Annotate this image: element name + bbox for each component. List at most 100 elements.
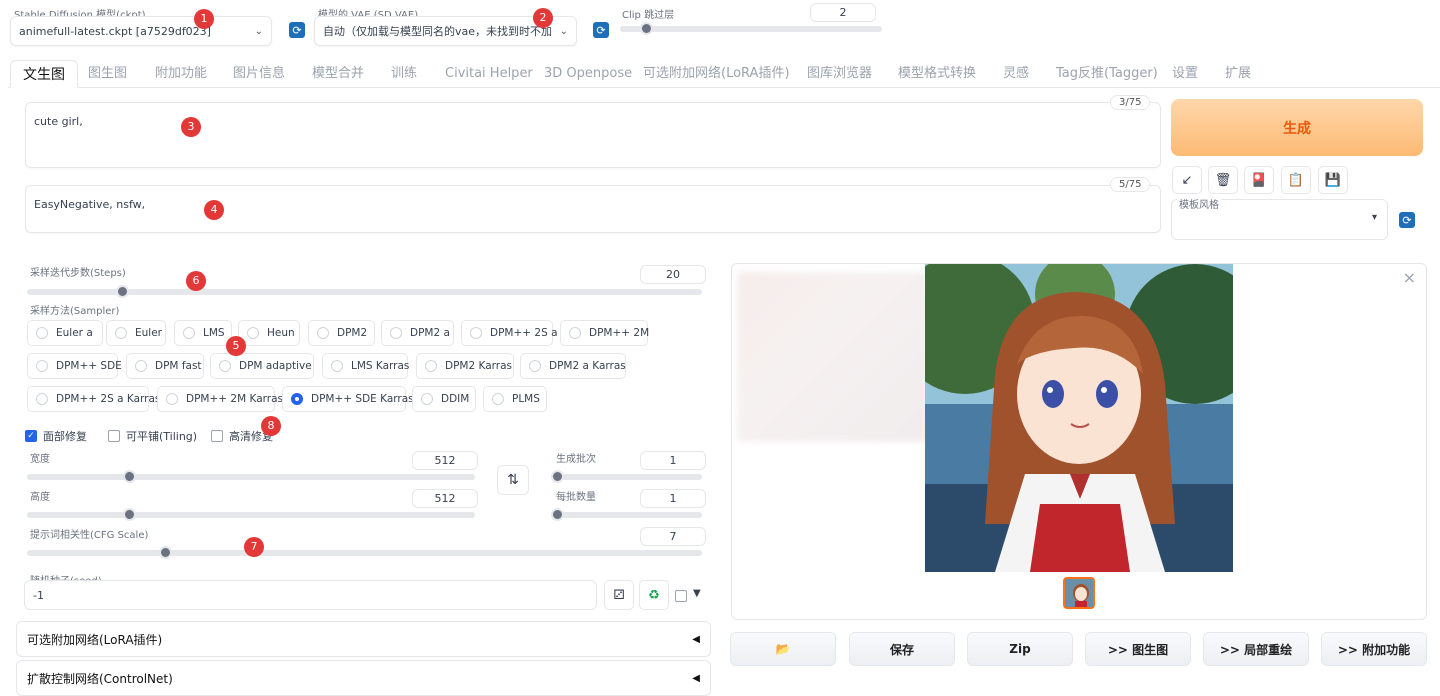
extra-networks-icon[interactable]: 🎴 (1244, 166, 1274, 194)
batch-count-slider-thumb[interactable] (551, 470, 564, 483)
tiling-checkbox[interactable]: 可平铺(Tiling) (108, 428, 197, 444)
cfg-slider[interactable] (27, 546, 702, 559)
sampler-option-label: Euler a (56, 327, 93, 339)
send-to-extras-button[interactable]: >> 附加功能 (1321, 632, 1427, 666)
sampler-option[interactable]: DPM++ SDE Karras (282, 386, 414, 412)
tab-14[interactable]: 扩展 (1225, 60, 1251, 88)
cfg-number[interactable]: 7 (640, 527, 706, 546)
refresh-style-icon[interactable]: ⟳ (1399, 212, 1415, 228)
clip-slider-thumb[interactable] (640, 22, 653, 35)
width-slider-thumb[interactable] (123, 470, 136, 483)
sampler-option[interactable]: DPM2 (308, 320, 375, 346)
style-label: 模板风格 (1177, 196, 1221, 211)
sampler-option[interactable]: Heun (238, 320, 300, 346)
sampler-option[interactable]: DPM fast (126, 353, 204, 379)
sampler-option-label: DPM fast (155, 360, 202, 372)
sampler-option-label: DPM2 a Karras (549, 360, 626, 372)
swap-dimensions-button[interactable]: ⇅ (497, 465, 529, 495)
tab-2[interactable]: 附加功能 (155, 60, 207, 88)
tab-4[interactable]: 模型合并 (312, 60, 364, 88)
marker-badge: 8 (261, 416, 281, 436)
model-select[interactable]: animefull-latest.ckpt [a7529df023] ⌄ (10, 16, 272, 46)
read-params-icon[interactable]: ↙ (1172, 166, 1202, 194)
sampler-option[interactable]: DPM adaptive (210, 353, 314, 379)
close-icon[interactable]: × (1403, 268, 1416, 287)
cfg-slider-thumb[interactable] (159, 546, 172, 559)
tab-1[interactable]: 图生图 (88, 60, 127, 88)
sampler-option[interactable]: PLMS (483, 386, 547, 412)
sampler-option[interactable]: LMS (174, 320, 232, 346)
steps-number[interactable]: 20 (640, 265, 706, 284)
radio-icon (36, 327, 48, 339)
gallery-thumbnail[interactable] (1063, 577, 1095, 609)
refresh-model-icon[interactable]: ⟳ (289, 22, 305, 38)
sampler-option[interactable]: DPM++ 2M (560, 320, 649, 346)
clip-slider[interactable] (620, 22, 882, 35)
sampler-option-label: PLMS (512, 393, 540, 405)
clip-number[interactable]: 2 (810, 3, 876, 22)
anime-girl-image (925, 264, 1233, 572)
sampler-option[interactable]: DPM++ SDE (27, 353, 122, 379)
chevron-down-icon: ⌄ (254, 25, 263, 37)
sampler-option[interactable]: DPM2 a (381, 320, 454, 346)
height-slider[interactable] (27, 508, 475, 521)
seed-input[interactable]: -1 (24, 580, 597, 610)
steps-slider-thumb[interactable] (116, 285, 129, 298)
batch-size-number[interactable]: 1 (640, 489, 706, 508)
save-button[interactable]: 保存 (849, 632, 955, 666)
sampler-option-label: Euler (135, 327, 162, 339)
triangle-down-icon[interactable]: ▼ (693, 588, 701, 599)
extra-seed-checkbox[interactable] (675, 590, 687, 602)
sampler-option[interactable]: Euler (106, 320, 166, 346)
batch-size-slider-thumb[interactable] (551, 508, 564, 521)
tab-8[interactable]: 可选附加网络(LoRA插件) (643, 60, 790, 88)
sampler-option[interactable]: DPM2 a Karras (520, 353, 626, 379)
width-slider[interactable] (27, 470, 475, 483)
tab-7[interactable]: 3D Openpose (544, 60, 632, 88)
face-restore-checkbox[interactable]: ✓ 面部修复 (25, 428, 87, 444)
tab-13[interactable]: 设置 (1172, 60, 1198, 88)
sampler-option[interactable]: DPM++ 2M Karras (157, 386, 283, 412)
save-style-icon[interactable]: 💾 (1318, 166, 1348, 194)
open-folder-button[interactable]: 📂 (730, 632, 836, 666)
lora-accordion-label: 可选附加网络(LoRA插件) (27, 632, 163, 647)
tab-10[interactable]: 模型格式转换 (898, 60, 976, 88)
tab-5[interactable]: 训练 (391, 60, 417, 88)
height-slider-thumb[interactable] (123, 508, 136, 521)
sampler-option-label: Heun (267, 327, 295, 339)
batch-count-slider[interactable] (551, 470, 702, 483)
height-number[interactable]: 512 (412, 489, 478, 508)
tab-12[interactable]: Tag反推(Tagger) (1056, 60, 1158, 88)
sampler-option-label: DPM2 (337, 327, 368, 339)
width-number[interactable]: 512 (412, 451, 478, 470)
send-to-img2img-button[interactable]: >> 图生图 (1085, 632, 1191, 666)
recycle-icon[interactable]: ♻ (639, 580, 669, 610)
negative-prompt-textarea[interactable]: EasyNegative, nsfw, (25, 185, 1161, 233)
chevron-down-icon: ⌄ (559, 25, 568, 37)
tab-9[interactable]: 图库浏览器 (807, 60, 872, 88)
batch-size-slider[interactable] (551, 508, 702, 521)
sampler-option[interactable]: Euler a (27, 320, 103, 346)
trash-icon[interactable]: 🗑 (1208, 166, 1238, 194)
tab-3[interactable]: 图片信息 (233, 60, 285, 88)
sampler-option[interactable]: DPM++ 2S a Karras (27, 386, 160, 412)
send-to-inpaint-button[interactable]: >> 局部重绘 (1203, 632, 1309, 666)
dice-icon[interactable]: ⚂ (604, 580, 634, 610)
refresh-vae-icon[interactable]: ⟳ (593, 22, 609, 38)
sampler-option[interactable]: LMS Karras (322, 353, 409, 379)
lora-accordion[interactable]: 可选附加网络(LoRA插件) ◀ (16, 621, 711, 657)
sampler-option[interactable]: DPM++ 2S a (461, 320, 558, 346)
clipboard-icon[interactable]: 📋 (1281, 166, 1311, 194)
sampler-option[interactable]: DDIM (412, 386, 476, 412)
tab-0[interactable]: 文生图 (10, 60, 78, 88)
generate-button[interactable]: 生成 (1171, 99, 1423, 156)
style-select[interactable]: 模板风格 ▾ (1171, 196, 1388, 240)
tab-11[interactable]: 灵感 (1003, 60, 1029, 88)
tab-6[interactable]: Civitai Helper (445, 60, 533, 88)
steps-slider[interactable] (27, 285, 702, 298)
zip-button[interactable]: Zip (967, 632, 1073, 666)
radio-icon (569, 327, 581, 339)
batch-count-number[interactable]: 1 (640, 451, 706, 470)
generated-image[interactable] (925, 264, 1233, 572)
sampler-option[interactable]: DPM2 Karras (416, 353, 514, 379)
